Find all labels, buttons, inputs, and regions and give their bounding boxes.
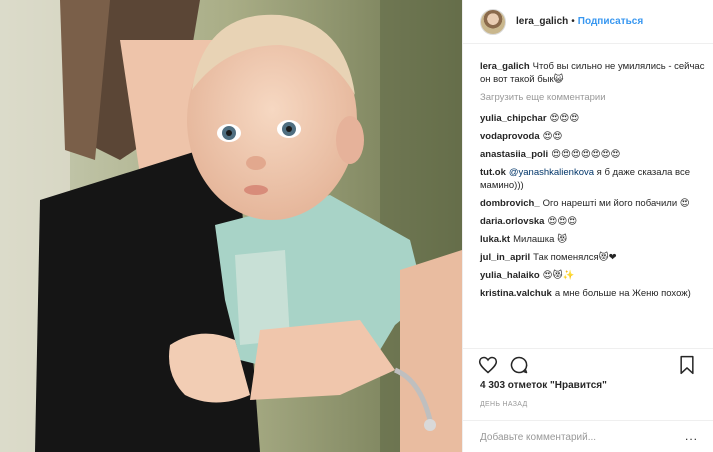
- comment-item: vodaprovoda 😍😍: [480, 130, 708, 143]
- comment-item: dombrovich_ Ого нарешті ми його побачили …: [480, 197, 708, 210]
- post-header: lera_galich • Подписаться: [463, 0, 713, 44]
- comment-icon[interactable]: [509, 355, 529, 375]
- comment-text: Милашка 😻: [513, 234, 567, 245]
- comment-item: tut.ok @yanashkalienkova я б даже сказала…: [480, 166, 708, 192]
- author-username[interactable]: lera_galich: [516, 16, 568, 27]
- comment-item: kristina.valchuk а мне больше на Женю пох…: [480, 287, 708, 300]
- comment-username[interactable]: luka.kt: [480, 234, 510, 245]
- separator-dot: •: [571, 16, 575, 27]
- comment-mention[interactable]: @yanashkalienkova: [509, 167, 594, 178]
- comment-text: 😍😍😍: [549, 113, 580, 124]
- comment-text: 😍😍😍: [547, 216, 578, 227]
- comment-text: а мне больше на Женю похож): [554, 288, 691, 299]
- comment-username[interactable]: yulia_halaiko: [480, 270, 540, 281]
- add-comment-input[interactable]: [480, 429, 675, 445]
- avatar[interactable]: [480, 8, 506, 35]
- comment-item: daria.orlovska 😍😍😍: [480, 215, 708, 228]
- baby-photo-illustration: [0, 0, 462, 452]
- comment-username[interactable]: jul_in_april: [480, 252, 530, 263]
- comment-item: yulia_chipchar 😍😍😍: [480, 112, 708, 125]
- bookmark-icon[interactable]: [677, 355, 697, 375]
- comment-item: anastasiia_poli 😍😍😍😍😍😍😍: [480, 148, 708, 161]
- post-side-panel: lera_galich • Подписаться lera_galich Что…: [462, 0, 713, 452]
- comment-text: 😍😍: [542, 131, 563, 142]
- comment-username[interactable]: yulia_chipchar: [480, 113, 547, 124]
- comment-text: 😍😻✨: [542, 270, 575, 281]
- add-comment-bar: ...: [463, 420, 713, 452]
- instagram-post: lera_galich • Подписаться lera_galich Что…: [0, 0, 713, 452]
- caption-username[interactable]: lera_galich: [480, 61, 530, 72]
- more-options-icon[interactable]: ...: [685, 429, 698, 443]
- load-more-comments-button[interactable]: Загрузить еще комментарии: [480, 92, 708, 103]
- comment-item: yulia_halaiko 😍😻✨: [480, 269, 708, 282]
- comment-text: Так поменялся😻❤: [533, 252, 617, 263]
- comments-list: lera_galich Чтоб вы сильно не умилялись -…: [480, 60, 708, 305]
- comment-text: Ого нарешті ми його побачили 😍: [542, 198, 690, 209]
- post-caption: lera_galich Чтоб вы сильно не умилялись -…: [480, 60, 708, 86]
- comment-item: jul_in_april Так поменялся😻❤: [480, 251, 708, 264]
- comment-text: 😍😍😍😍😍😍😍: [551, 149, 621, 160]
- post-photo[interactable]: [0, 0, 462, 452]
- comment-username[interactable]: vodaprovoda: [480, 131, 540, 142]
- comment-username[interactable]: anastasiia_poli: [480, 149, 548, 160]
- comment-username[interactable]: dombrovich_: [480, 198, 540, 209]
- likes-count[interactable]: 4 303 отметок "Нравится": [480, 380, 607, 391]
- comment-username[interactable]: tut.ok: [480, 167, 506, 178]
- follow-button[interactable]: Подписаться: [578, 16, 643, 27]
- post-actions: [463, 348, 713, 380]
- comment-username[interactable]: daria.orlovska: [480, 216, 544, 227]
- heart-icon[interactable]: [478, 355, 498, 375]
- comment-item: luka.kt Милашка 😻: [480, 233, 708, 246]
- comment-username[interactable]: kristina.valchuk: [480, 288, 552, 299]
- post-timestamp[interactable]: день назад: [480, 401, 528, 408]
